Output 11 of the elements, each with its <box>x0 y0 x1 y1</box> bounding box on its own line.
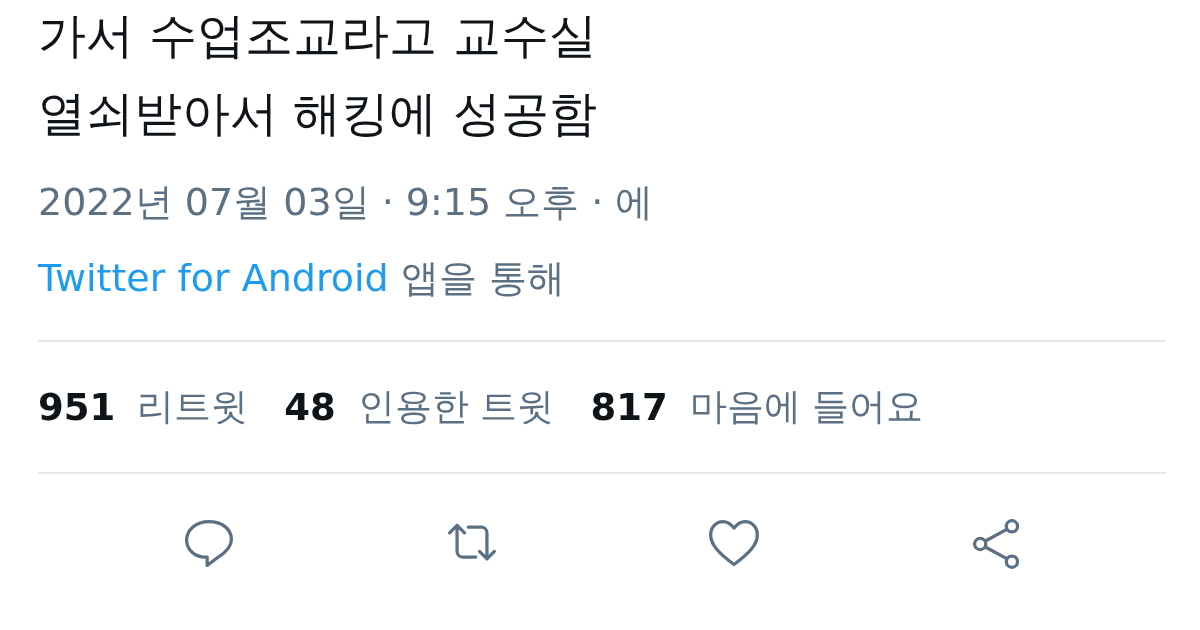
tweet-text-line: 열쇠받아서 해킹에 성공함 <box>38 84 598 143</box>
source-label: 앱을 통해 <box>400 255 565 302</box>
tweet-text-line: 가서 수업조교라고 교수실 <box>38 6 598 65</box>
stat-count: 817 <box>590 385 668 429</box>
stat-label[interactable]: 마음에 들어요 <box>689 382 924 432</box>
stat-count: 951 <box>38 385 116 429</box>
stat-label[interactable]: 인용한 트윗 <box>357 382 555 432</box>
tweet-timestamp: 2022년 07월 03일 · 9:15 오후 · 에 <box>38 179 655 226</box>
stat-label[interactable]: 리트윗 <box>137 382 249 432</box>
source-link[interactable]: Twitter for Android <box>38 254 389 302</box>
stat-count: 48 <box>284 385 336 429</box>
